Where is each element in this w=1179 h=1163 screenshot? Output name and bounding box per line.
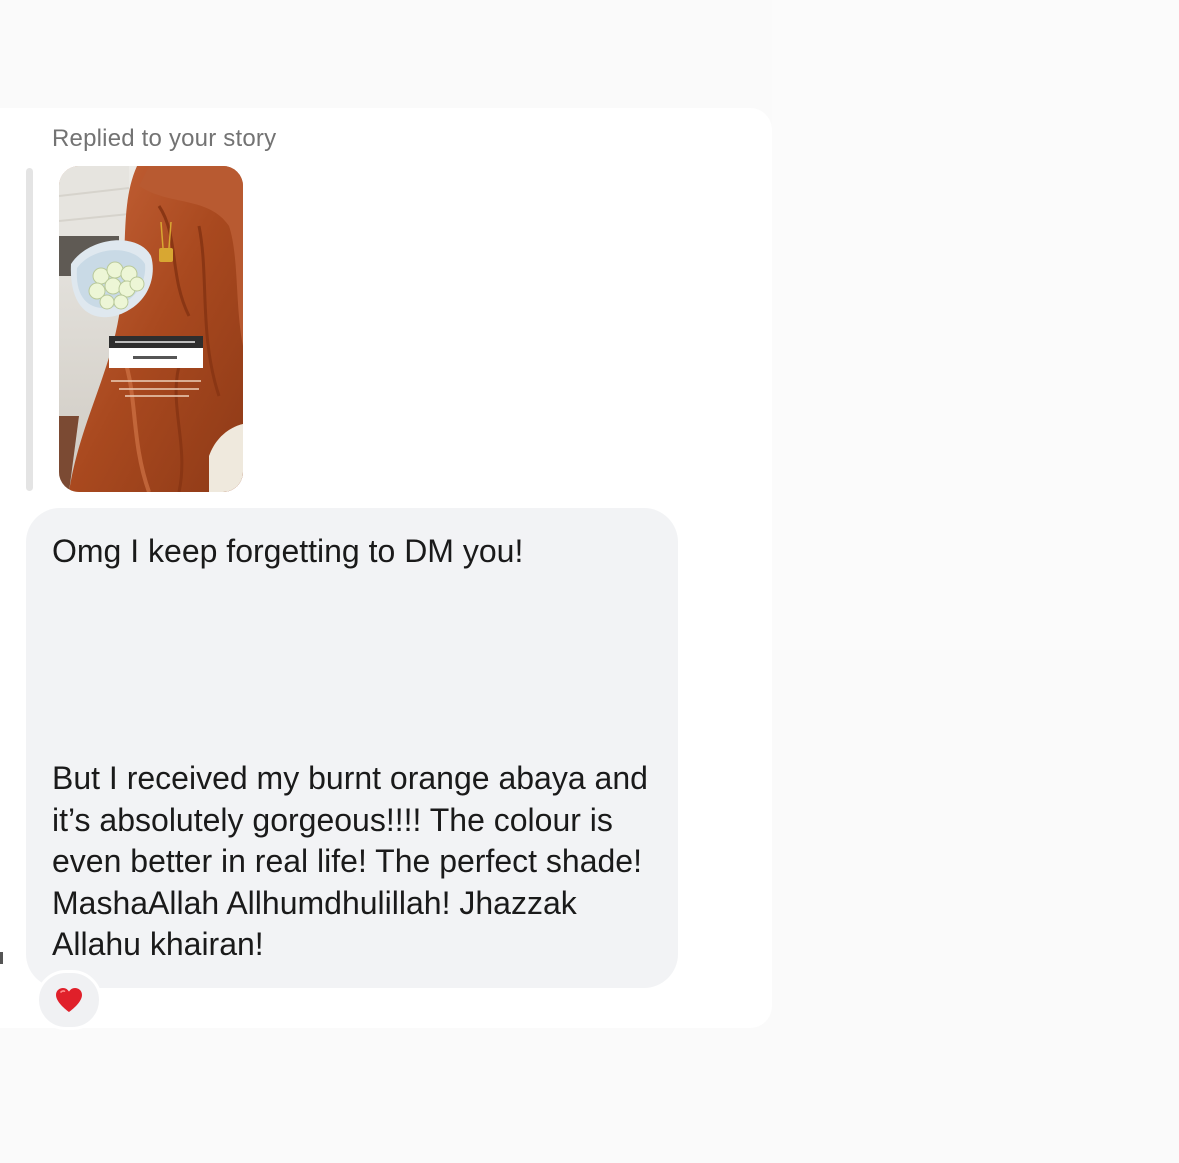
message-first-line: Omg I keep forgetting to DM you! <box>52 533 524 569</box>
story-thumbnail[interactable] <box>59 166 243 492</box>
story-thumbnail-image <box>59 166 243 492</box>
background-panel <box>772 0 1179 650</box>
replied-to-story-label: Replied to your story <box>52 125 277 152</box>
red-heart-icon <box>56 988 82 1012</box>
edge-mark <box>0 952 3 964</box>
reaction-badge[interactable] <box>36 970 102 1030</box>
message-body-text: But I received my burnt orange abaya and… <box>52 760 648 962</box>
reply-quote-bar <box>26 168 33 491</box>
